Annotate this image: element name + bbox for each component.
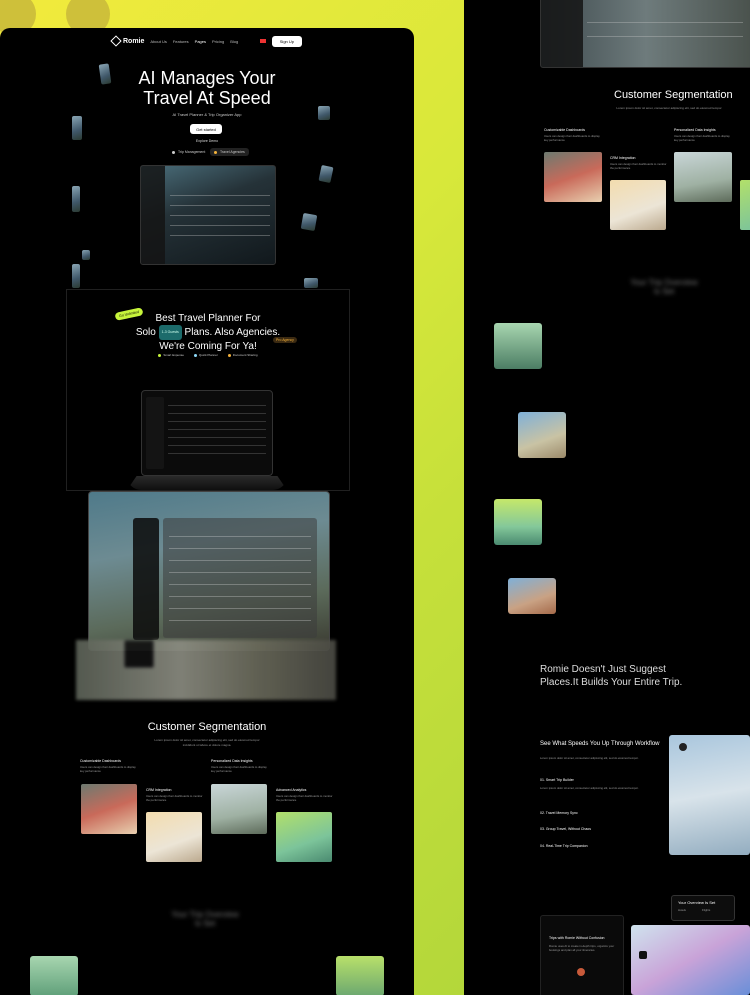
floating-photo [72,116,82,140]
card-title: Customizable Dashboards [80,759,122,763]
blurred-heading: Your Trip Overview Is Set [171,910,239,928]
card-title: Advanced Analytics [276,788,307,792]
floating-photo [82,250,90,260]
workflow-step[interactable]: 03. Group Travel, Without Chaos [540,827,591,831]
get-started-button[interactable]: Get started [190,124,222,134]
signup-button[interactable]: Sign Up [271,35,302,47]
floating-photo-card [508,578,556,614]
segmentation-subtitle-right: Lorem ipsum dolor sit amet, consectetur … [616,106,722,110]
floating-photo-card [336,956,384,995]
crm-card-image [146,812,202,862]
nav-link-blog[interactable]: Blog [230,39,238,44]
feature-list: Smart Expense Quick Planner Document Sha… [67,353,349,357]
toggle-trip-management[interactable]: Trip Management [172,150,205,154]
floating-photo [72,186,80,212]
explore-demo-link[interactable]: Explore Demo [0,139,414,143]
abstract-3d-image [631,925,750,995]
segmentation-title: Customer Segmentation [147,721,267,733]
card-title: Customizable Dashboards [544,128,586,132]
card-body: Users can design their dashboards to dis… [80,765,136,773]
toggle-travel-agencies[interactable]: Travel Agencies [210,148,249,156]
hero-title: AI Manages Your Travel At Speed [138,68,276,108]
card-title: CRM Integration [610,156,636,160]
card-title: Personalized Data Insights [211,759,253,763]
nav-circle-icon[interactable] [679,743,687,751]
brand-logo[interactable]: Romie [110,35,144,47]
dashboard-card-image [544,152,602,202]
workflow-step[interactable]: 01. Smart Trip Builder [540,778,574,782]
floating-photo-card [30,956,78,995]
workflow-step[interactable]: 04. Real-Time Trip Companion [540,844,588,848]
insights-card-image [674,152,732,202]
dashboard-table [163,518,317,638]
dashboard-card-image [81,784,137,834]
crm-card-image [610,180,666,230]
hero-dashboard-preview [140,165,276,265]
avatar [577,968,585,976]
workflow-title: See What Speeds You Up Through Workflow [540,741,660,747]
overview-card: Your Overview Is Set Hotels Flights [671,895,735,921]
trips-card: Trips with Romie Without Confusion Romie… [540,915,624,995]
blurred-photo-strip [76,640,336,700]
floating-photo-card [494,323,542,369]
tagline: Romie Doesn't Just Suggest Places.It Bui… [540,664,683,688]
floating-photo [72,264,80,288]
radio-dot-icon [214,150,217,154]
card-title: Personalized Data Insights [674,128,716,132]
nav-link-pricing[interactable]: Pricing [212,39,224,44]
card-body: Users can design their dashboards to mon… [146,794,203,802]
floating-photo [304,278,318,288]
workflow-desc: Lorem ipsum dolor sit amet, consectetur … [540,756,639,760]
language-flag-icon[interactable] [259,39,266,43]
floating-photo-card [518,412,566,458]
insights-card-image [211,784,267,834]
dashboard-sidebar [133,518,159,640]
top-nav: Romie About Us Features Pages Pricing Bl… [110,31,302,51]
app-icon [639,951,647,959]
left-preview-panel: Romie About Us Features Pages Pricing Bl… [0,28,414,995]
floating-photo-card [494,499,542,545]
card-title: CRM Integration [146,788,172,792]
card-body: Users can design their dashboards to mon… [276,794,333,802]
laptop-base [127,476,287,490]
floating-photo [300,212,318,232]
large-dashboard-preview [88,491,330,651]
analytics-card-image [276,812,332,862]
overview-label: Your Overview Is Set [678,900,716,905]
hero-subtitle: AI Travel Planner & Trip Organizer App [172,112,242,117]
pro-agency-tag: Pro Agency [273,337,297,343]
feature-item: Smart Expense [158,353,184,357]
feature-item: Document Sharing [227,353,258,357]
analytics-card-image [740,180,750,230]
segmentation-subtitle: Lorem ipsum dolor sit amet, consectetur … [154,738,260,747]
section2-heading: Best Travel Planner For Solo 1-3 Guests … [135,313,281,352]
dashboard-sidebar [141,166,166,264]
workflow-step-desc: Lorem ipsum dolor sit amet, consectetur … [540,786,639,790]
overview-item: Flights [702,908,711,912]
segmentation-title-right: Customer Segmentation [614,89,733,101]
workflow-phone-preview [669,735,750,855]
right-preview-panel: Customer Segmentation Lorem ipsum dolor … [464,0,750,995]
card-body: Users can design their dashboards to dis… [544,134,600,142]
blurred-heading: Your Trip Overview Is Set [630,278,698,296]
trips-card-desc: Romie uses AI to create in-depth trips, … [549,944,615,952]
laptop-dashboard-preview [141,390,273,476]
top-dashboard-preview [540,0,750,68]
overview-item: Hotels [678,908,686,912]
nav-link-features[interactable]: Features [173,39,189,44]
nav-link-pages[interactable]: Pages [195,39,206,44]
nav-link-about[interactable]: About Us [150,39,166,44]
card-body: Users can design their dashboards to mon… [610,162,667,170]
brand-icon [110,35,122,47]
trips-card-title: Trips with Romie Without Confusion [549,936,605,940]
pricing-teaser-section: Go Unlimited Best Travel Planner For Sol… [66,289,350,491]
guests-tag: 1-3 Guests [158,325,182,340]
feature-item: Quick Planner [193,353,218,357]
card-body: Users can design their dashboards to dis… [211,765,267,773]
radio-dot-icon [172,150,175,154]
card-body: Users can design their dashboards to dis… [674,134,730,142]
floating-photo [318,164,334,184]
workflow-step[interactable]: 02. Travel Memory Sync [540,811,578,815]
